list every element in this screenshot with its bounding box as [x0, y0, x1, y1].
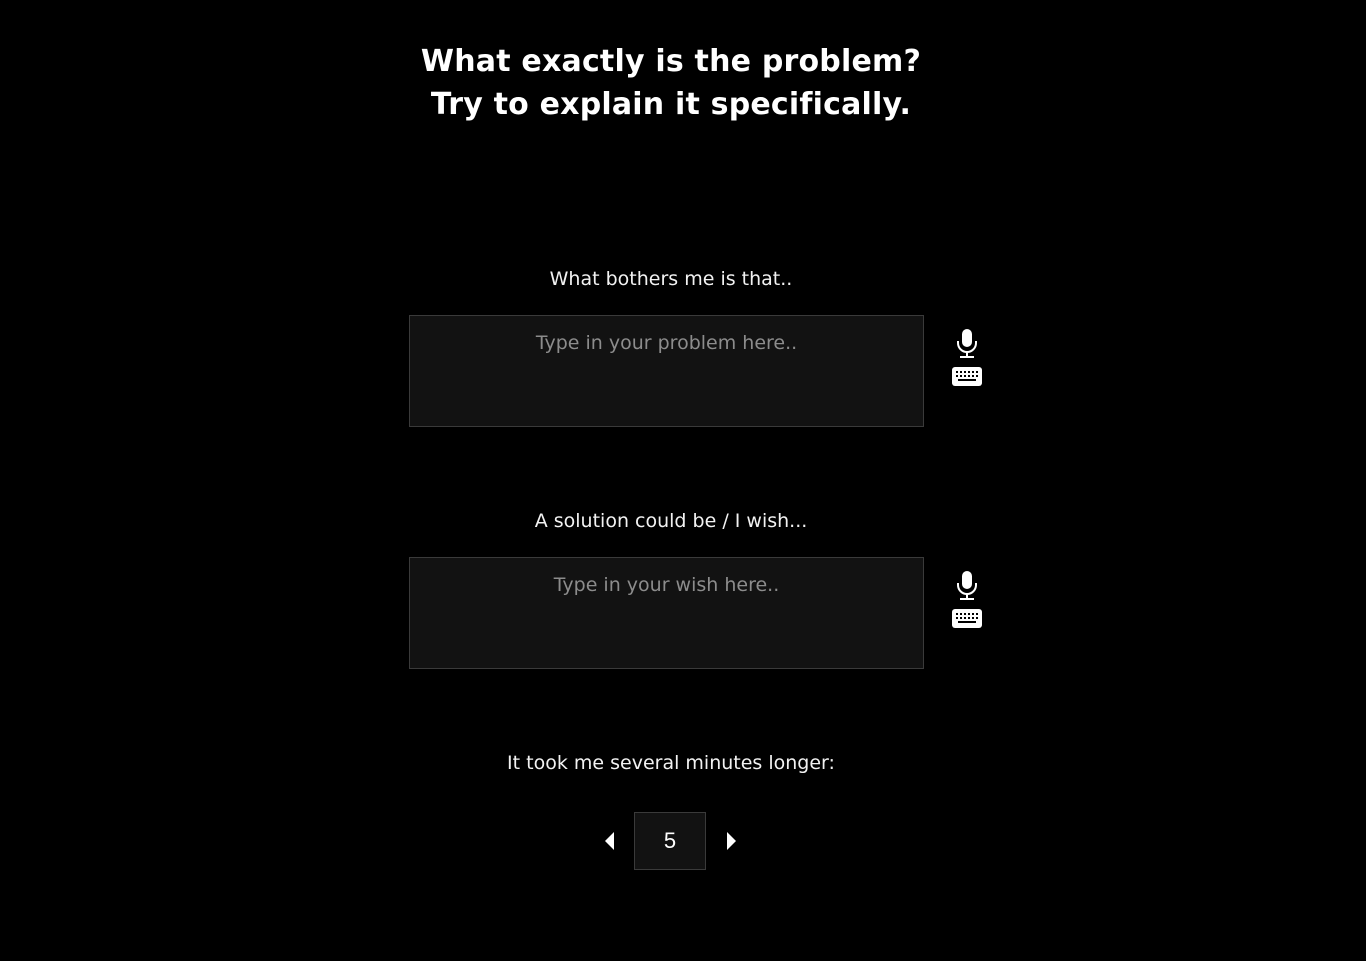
microphone-icon[interactable] — [950, 570, 984, 602]
wish-label: A solution could be / I wish... — [534, 510, 808, 532]
problem-label: What bothers me is that.. — [549, 268, 793, 290]
title-line-1: What exactly is the problem? — [420, 44, 922, 79]
feedback-page: What exactly is the problem? Try to expl… — [0, 0, 1366, 961]
title-line-2: Try to explain it specifically. — [430, 87, 912, 122]
caret-right-icon[interactable] — [721, 830, 741, 852]
duration-value[interactable]: 5 — [634, 812, 706, 870]
keyboard-icon[interactable] — [950, 364, 984, 388]
keyboard-icon[interactable] — [950, 606, 984, 630]
problem-input-tools — [950, 328, 984, 390]
wish-input-tools — [950, 570, 984, 632]
duration-stepper: 5 — [600, 812, 745, 870]
problem-input[interactable] — [409, 315, 924, 427]
duration-label: It took me several minutes longer: — [507, 752, 835, 774]
caret-left-icon[interactable] — [600, 830, 620, 852]
wish-input[interactable] — [409, 557, 924, 669]
page-title: What exactly is the problem? Try to expl… — [0, 40, 1342, 126]
microphone-icon[interactable] — [950, 328, 984, 360]
